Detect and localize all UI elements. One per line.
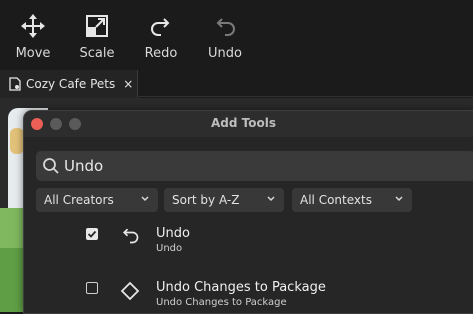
- move-label: Move: [15, 46, 51, 61]
- undo-label: Undo: [208, 46, 242, 61]
- search-field[interactable]: Undo: [36, 151, 473, 181]
- document-tab-bar: Cozy Cafe Pets ×: [0, 70, 473, 98]
- chevron-down-icon: [141, 196, 149, 202]
- top-toolbar: Move Scale Redo Undo: [0, 0, 473, 70]
- scale-label: Scale: [79, 46, 115, 61]
- tool-result-undo-changes-to-package[interactable]: Undo Changes to Package Undo Changes to …: [24, 273, 473, 313]
- contexts-filter-label: All Contexts: [300, 193, 372, 207]
- tool-checkbox[interactable]: [86, 282, 98, 294]
- tab-title: Cozy Cafe Pets: [26, 77, 116, 91]
- sort-label: Sort by A-Z: [172, 193, 240, 207]
- scene-object: [10, 128, 24, 154]
- add-tools-dialog: Add Tools Undo All Creators Sort by A-Z …: [23, 110, 473, 314]
- diamond-icon: [119, 280, 141, 302]
- scale-icon: [83, 12, 111, 40]
- undo-icon: [119, 224, 141, 246]
- redo-label: Redo: [144, 46, 178, 61]
- tool-result-undo[interactable]: Undo Undo: [24, 219, 473, 265]
- move-tool-button[interactable]: Move: [8, 12, 58, 61]
- scale-tool-button[interactable]: Scale: [72, 12, 122, 61]
- document-icon: [9, 77, 21, 91]
- tool-subtitle: Undo: [156, 243, 183, 254]
- dialog-title: Add Tools: [211, 116, 276, 130]
- chevron-down-icon: [267, 196, 275, 202]
- tool-checkbox[interactable]: [86, 228, 98, 240]
- search-input-value[interactable]: Undo: [64, 157, 103, 175]
- checkmark-icon: [87, 230, 97, 238]
- contexts-filter-dropdown[interactable]: All Contexts: [292, 188, 412, 212]
- tool-name: Undo: [156, 226, 190, 241]
- creators-filter-label: All Creators: [44, 193, 114, 207]
- undo-button[interactable]: Undo: [200, 12, 250, 61]
- tab-divider: [137, 96, 473, 97]
- tool-subtitle: Undo Changes to Package: [156, 297, 287, 308]
- creators-filter-dropdown[interactable]: All Creators: [36, 188, 158, 212]
- tab-close-button[interactable]: ×: [123, 77, 133, 91]
- sort-dropdown[interactable]: Sort by A-Z: [164, 188, 284, 212]
- undo-icon: [211, 12, 239, 40]
- move-icon: [19, 12, 47, 40]
- redo-button[interactable]: Redo: [136, 12, 186, 61]
- tab-cozy-cafe-pets[interactable]: Cozy Cafe Pets ×: [0, 70, 138, 98]
- chevron-down-icon: [395, 196, 403, 202]
- tool-name: Undo Changes to Package: [156, 280, 326, 295]
- dialog-titlebar: Add Tools: [24, 111, 473, 137]
- search-icon: [42, 157, 60, 175]
- redo-icon: [147, 12, 175, 40]
